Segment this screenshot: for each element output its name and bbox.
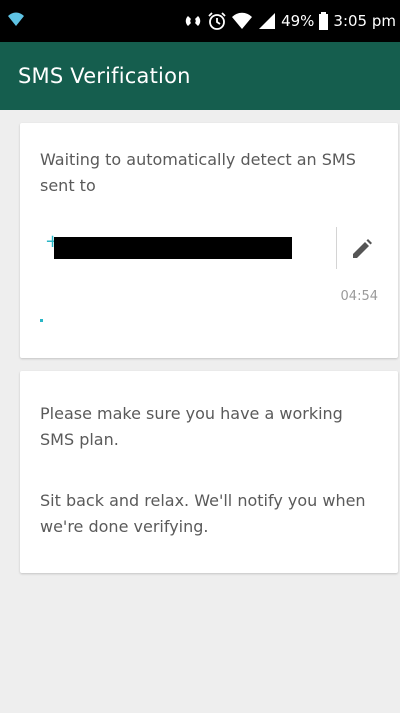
status-icons: 49% 3:05 pm	[183, 0, 396, 42]
signal-icon	[257, 11, 277, 31]
nfc-icon	[183, 11, 203, 31]
waiting-text: Waiting to automatically detect an SMS s…	[40, 150, 356, 195]
status-time: 3:05 pm	[333, 12, 396, 30]
info-card: Please make sure you have a working SMS …	[20, 371, 398, 573]
pencil-icon	[353, 239, 372, 258]
alarm-icon	[207, 11, 227, 31]
page-title: SMS Verification	[18, 64, 191, 88]
wifi-icon	[231, 11, 253, 31]
redacted-phone-number	[54, 237, 292, 259]
sms-plan-text: Please make sure you have a working SMS …	[40, 404, 343, 449]
verification-card: Waiting to automatically detect an SMS s…	[20, 123, 398, 358]
battery-icon	[318, 11, 329, 31]
app-bar: SMS Verification	[0, 42, 400, 110]
phone-number-row: +	[40, 227, 380, 269]
divider	[336, 227, 337, 269]
relax-text: Sit back and relax. We'll notify you whe…	[40, 491, 366, 536]
wifi-icon	[6, 9, 26, 29]
edit-phone-button[interactable]	[350, 237, 374, 261]
battery-percent: 49%	[281, 12, 315, 30]
progress-indicator	[40, 319, 43, 322]
status-bar: 49% 3:05 pm	[0, 0, 400, 42]
countdown-timer: 04:54	[340, 289, 378, 304]
